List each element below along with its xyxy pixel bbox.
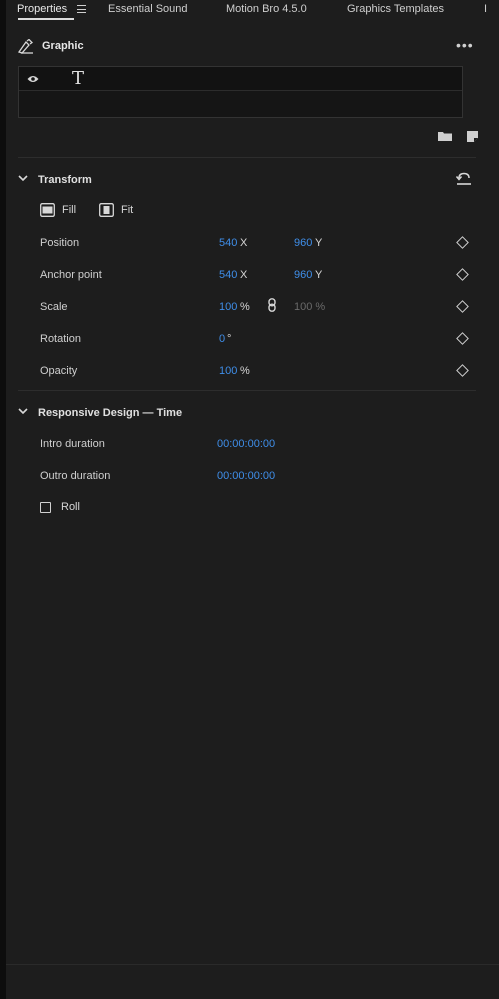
position-y-unit: Y [315,237,323,249]
panel-tab-bar: Properties Essential Sound Motion Bro 4.… [6,0,499,20]
visibility-eye-icon[interactable] [27,74,39,86]
opacity-label: Opacity [40,365,78,377]
roll-label: Roll [61,501,80,513]
graphic-header: Graphic ••• [17,38,478,57]
left-edge-bar [0,0,6,999]
scale-unit: % [240,301,250,313]
transform-section-header[interactable]: Transform [18,171,478,189]
scale-width-disabled-value: 100 % [294,301,326,313]
scale-keyframe-icon[interactable] [456,300,469,313]
divider [18,157,476,158]
panel-bottom-divider [6,964,499,965]
anchor-point-label: Anchor point [40,269,102,281]
tab-overflow[interactable]: I [484,3,487,15]
text-layer-row[interactable]: T [19,67,462,91]
rotation-label: Rotation [40,333,81,345]
tab-properties[interactable]: Properties [17,3,67,15]
fill-label: Fill [62,204,77,216]
responsive-design-title: Responsive Design — Time [38,407,183,419]
chevron-down-icon[interactable] [18,173,28,186]
rotation-unit: ° [227,333,232,345]
graphic-pen-icon [17,38,36,57]
outro-duration-label: Outro duration [40,470,111,482]
position-label: Position [40,237,80,249]
position-keyframe-icon[interactable] [456,236,469,249]
roll-checkbox[interactable] [40,502,51,513]
rotation-value[interactable]: 0 [219,333,225,345]
more-options-icon[interactable]: ••• [456,38,474,52]
responsive-design-section-header[interactable]: Responsive Design — Time [18,404,478,422]
anchor-keyframe-icon[interactable] [456,268,469,281]
position-y-value[interactable]: 960 [294,237,312,249]
chevron-down-icon[interactable] [18,406,28,419]
rotation-keyframe-icon[interactable] [456,332,469,345]
new-layer-icon[interactable] [467,131,478,145]
opacity-value[interactable]: 100 [219,365,237,377]
position-x-unit: X [240,237,248,249]
intro-duration-value[interactable]: 00:00:00:00 [217,438,275,450]
fit-icon [99,203,114,220]
opacity-keyframe-icon[interactable] [456,364,469,377]
layer-list: T [18,66,463,118]
transform-title: Transform [38,174,92,186]
reset-icon[interactable] [455,172,472,189]
scale-label: Scale [40,301,68,313]
position-x-value[interactable]: 540 [219,237,237,249]
scale-value[interactable]: 100 [219,301,237,313]
outro-duration-value[interactable]: 00:00:00:00 [217,470,275,482]
anchor-y-unit: Y [315,269,323,281]
fill-icon [40,203,55,220]
intro-duration-label: Intro duration [40,438,105,450]
new-group-folder-icon[interactable] [438,131,452,144]
opacity-unit: % [240,365,250,377]
anchor-x-unit: X [240,269,248,281]
tab-essential-sound[interactable]: Essential Sound [108,3,188,15]
text-layer-icon: T [72,68,85,89]
divider [18,390,476,391]
anchor-y-value[interactable]: 960 [294,269,312,281]
tab-motion-bro[interactable]: Motion Bro 4.5.0 [226,3,307,15]
graphic-title: Graphic [42,40,84,52]
fit-label: Fit [121,204,134,216]
active-tab-indicator [18,18,74,20]
anchor-x-value[interactable]: 540 [219,269,237,281]
tab-graphics-templates[interactable]: Graphics Templates [347,3,444,15]
panel-menu-icon[interactable] [77,5,86,13]
uniform-scale-link-icon[interactable] [268,298,276,315]
